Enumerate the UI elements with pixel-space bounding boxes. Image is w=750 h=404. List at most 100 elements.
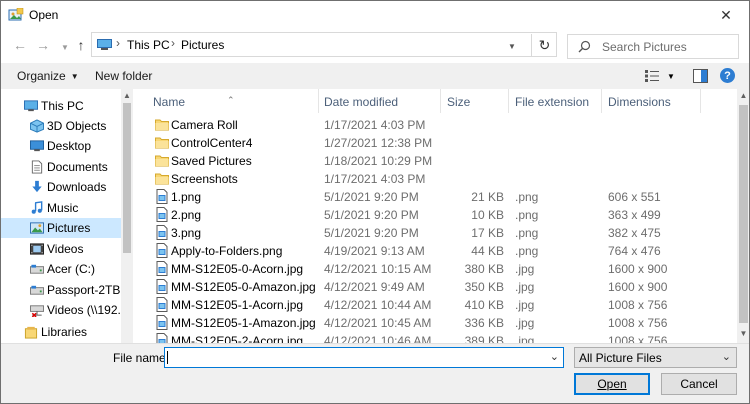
nav-item-label: Documents	[47, 160, 108, 174]
navigation-scrollbar[interactable]: ▲	[121, 89, 133, 343]
chevron-down-icon[interactable]: ⌄	[550, 350, 559, 363]
column-divider[interactable]	[440, 89, 441, 113]
chevron-down-icon[interactable]: ▼	[667, 72, 675, 81]
scroll-up-icon[interactable]: ▲	[737, 91, 749, 100]
search-box[interactable]: Search Pictures	[567, 34, 739, 59]
nav-item-desktop[interactable]: Desktop	[1, 136, 121, 156]
image-file-icon	[156, 315, 168, 330]
nav-item-documents[interactable]: Documents	[1, 157, 121, 177]
file-row[interactable]: Camera Roll 1/17/2021 4:03 PM	[135, 116, 737, 134]
column-divider[interactable]	[318, 89, 319, 113]
nav-item-label: Music	[47, 201, 79, 215]
refresh-button[interactable]: ↻	[531, 34, 557, 57]
file-date: 4/12/2021 10:46 AM	[324, 334, 432, 343]
cancel-button-label: Cancel	[680, 377, 718, 391]
file-row[interactable]: 3.png 5/1/2021 9:20 PM 17 KB .png 382 x 475	[135, 224, 737, 242]
nav-item-label: This PC	[41, 99, 84, 113]
chevron-down-icon: ▼	[61, 42, 69, 52]
nav-item-music[interactable]: Music	[1, 198, 121, 218]
nav-item-libraries[interactable]: Libraries	[1, 322, 121, 342]
file-row[interactable]: MM-S12E05-1-Acorn.jpg 4/12/2021 10:44 AM 4…	[135, 296, 737, 314]
videos-icon	[30, 243, 44, 255]
help-icon[interactable]: ?	[720, 68, 735, 83]
file-size: 17 KB	[471, 226, 504, 240]
nav-item-videos[interactable]: Videos	[1, 239, 121, 259]
column-header-dimensions[interactable]: Dimensions	[608, 95, 671, 109]
scroll-up-icon[interactable]: ▲	[121, 91, 133, 100]
file-size: 10 KB	[471, 208, 504, 222]
column-divider[interactable]	[601, 89, 602, 113]
file-row[interactable]: MM-S12E05-0-Amazon.jpg 4/12/2021 9:49 AM 3…	[135, 278, 737, 296]
scrollbar-thumb[interactable]	[123, 103, 131, 253]
address-bar[interactable]: › This PC › Pictures	[91, 32, 557, 57]
file-row[interactable]: MM-S12E05-1-Amazon.jpg 4/12/2021 10:45 AM…	[135, 314, 737, 332]
column-header-name[interactable]: Name	[153, 95, 185, 109]
close-button[interactable]: ✕	[703, 1, 749, 29]
file-name: Screenshots	[171, 172, 238, 186]
cancel-button[interactable]: Cancel	[661, 373, 737, 395]
file-size: 410 KB	[464, 298, 504, 312]
file-row[interactable]: MM-S12E05-0-Acorn.jpg 4/12/2021 10:15 AM 3…	[135, 260, 737, 278]
file-name-input[interactable]: ⌄	[164, 347, 564, 368]
back-button[interactable]: ←	[11, 36, 29, 54]
breadcrumb-pictures[interactable]: Pictures	[181, 38, 224, 52]
file-dimensions: 363 x 499	[608, 208, 661, 222]
new-folder-button[interactable]: New folder	[95, 69, 152, 83]
sort-ascending-icon: ⌃	[227, 95, 235, 105]
preview-pane-icon[interactable]	[693, 69, 708, 83]
file-row[interactable]: 1.png 5/1/2021 9:20 PM 21 KB .png 606 x 551	[135, 188, 737, 206]
nav-item-3d-objects[interactable]: 3D Objects	[1, 116, 121, 136]
file-row[interactable]: 2.png 5/1/2021 9:20 PM 10 KB .png 363 x 499	[135, 206, 737, 224]
file-name: 3.png	[171, 226, 202, 240]
file-row[interactable]: Saved Pictures 1/18/2021 10:29 PM	[135, 152, 737, 170]
network-drive-icon	[30, 305, 44, 317]
file-row[interactable]: Screenshots 1/17/2021 4:03 PM	[135, 170, 737, 188]
scroll-down-icon[interactable]: ▼	[737, 329, 749, 338]
file-dimensions: 606 x 551	[608, 190, 661, 204]
file-dimensions: 1600 x 900	[608, 280, 668, 294]
file-name: MM-S12E05-2-Acorn.jpg	[171, 334, 304, 343]
breadcrumb-this-pc[interactable]: This PC	[127, 38, 170, 52]
file-extension: .jpg	[515, 316, 535, 330]
refresh-icon: ↻	[538, 37, 551, 53]
chevron-down-icon: ▼	[508, 42, 516, 51]
breadcrumb-chevron-icon: ›	[116, 36, 120, 50]
file-row[interactable]: Apply-to-Folders.png 4/19/2021 9:13 AM 44 …	[135, 242, 737, 260]
file-row[interactable]: ControlCenter4 1/27/2021 12:38 PM	[135, 134, 737, 152]
column-header-date[interactable]: Date modified	[324, 95, 398, 109]
nav-item-videos-192-16[interactable]: Videos (\\192.16	[1, 300, 133, 320]
nav-item-pictures[interactable]: Pictures	[1, 218, 121, 238]
image-file-icon	[156, 261, 168, 276]
address-dropdown-button[interactable]: ▼	[508, 38, 524, 52]
file-type-filter[interactable]: All Picture Files ⌄	[574, 347, 737, 368]
dialog-footer: File name: ⌄ All Picture Files ⌄ Open Ca…	[1, 343, 749, 403]
organize-menu[interactable]: Organize ▼	[17, 69, 79, 83]
nav-item-label: Desktop	[47, 139, 92, 153]
column-divider[interactable]	[508, 89, 509, 113]
file-size: 44 KB	[471, 244, 504, 258]
nav-item-acer-c[interactable]: Acer (C:)	[1, 259, 121, 279]
image-file-icon	[156, 189, 168, 204]
file-extension: .jpg	[515, 334, 535, 343]
nav-item-passport-2tb-e[interactable]: Passport-2TB (E:	[1, 280, 133, 300]
nav-item-downloads[interactable]: Downloads	[1, 177, 121, 197]
arrow-left-icon: ←	[13, 37, 27, 53]
up-button[interactable]: ↑	[72, 36, 90, 54]
file-date: 4/12/2021 10:44 AM	[324, 298, 432, 312]
column-header-size[interactable]: Size	[447, 95, 470, 109]
view-options-icon[interactable]	[644, 69, 660, 83]
image-file-icon	[156, 297, 168, 312]
open-button[interactable]: Open	[574, 373, 650, 395]
drive-icon	[30, 264, 44, 274]
file-name: Apply-to-Folders.png	[171, 244, 283, 258]
forward-button[interactable]: →	[34, 36, 52, 54]
file-extension: .png	[515, 244, 539, 258]
file-date: 1/17/2021 4:03 PM	[324, 118, 426, 132]
scrollbar-thumb[interactable]	[739, 105, 748, 323]
file-row[interactable]: MM-S12E05-2-Acorn.jpg 4/12/2021 10:46 AM 3…	[135, 332, 737, 343]
nav-item-this-pc[interactable]: This PC	[1, 96, 121, 116]
file-list-scrollbar[interactable]: ▲ ▼	[737, 89, 749, 343]
column-divider[interactable]	[700, 89, 701, 113]
column-header-extension[interactable]: File extension	[515, 95, 589, 109]
window-title: Open	[29, 8, 59, 22]
